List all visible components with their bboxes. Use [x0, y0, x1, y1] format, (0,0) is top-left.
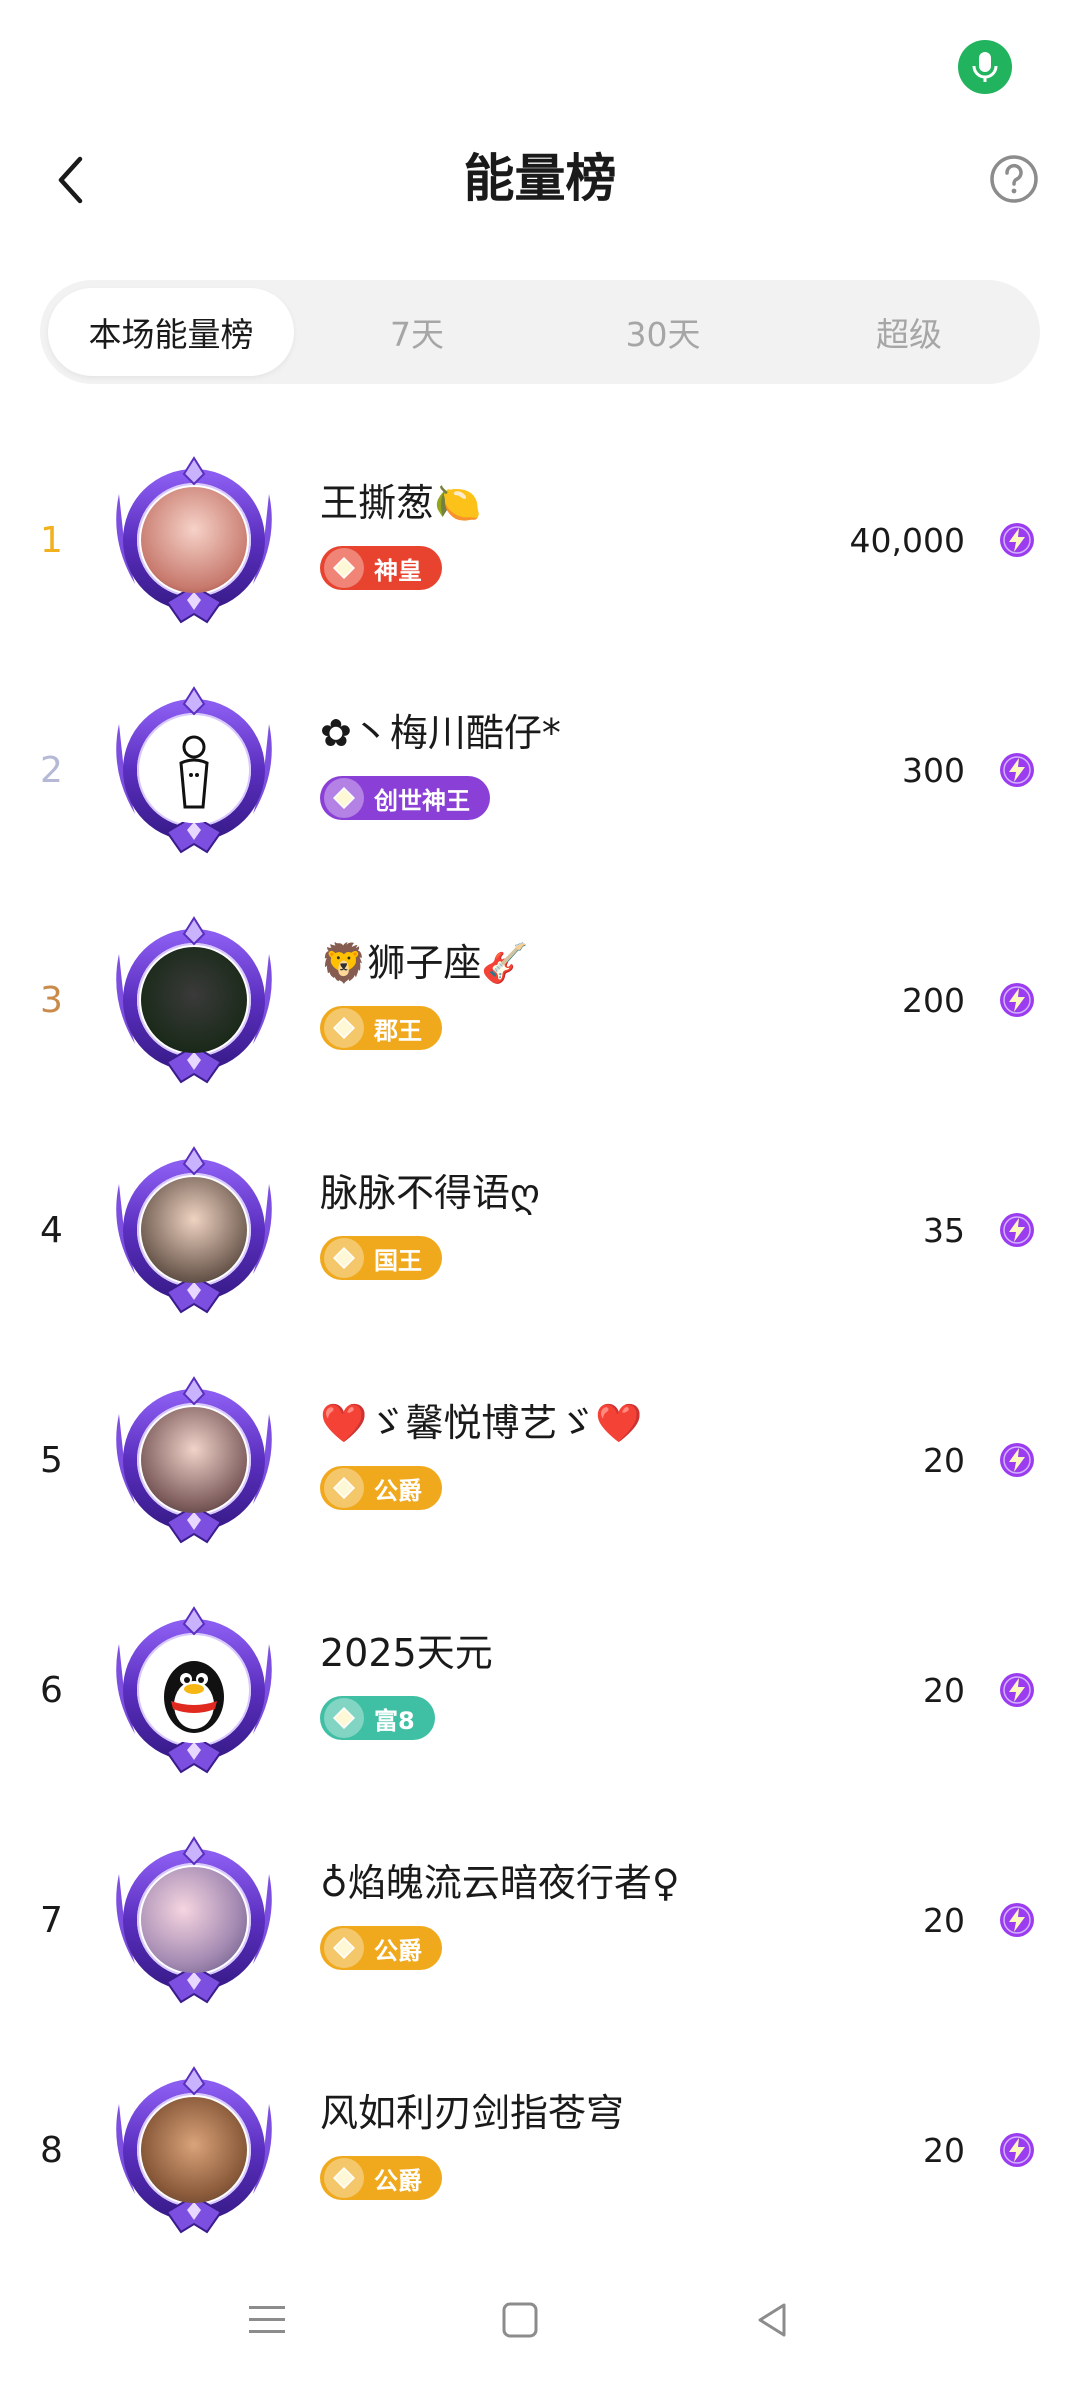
avatar[interactable]	[105, 914, 283, 1086]
ranking-tabs: 本场能量榜 7天 30天 超级	[40, 280, 1040, 384]
lightning-icon	[1000, 1903, 1034, 1937]
avatar[interactable]	[105, 1374, 283, 1546]
square-icon	[502, 2302, 538, 2338]
badge-emblem-icon	[324, 1468, 364, 1508]
level-badge: 公爵	[320, 1466, 442, 1510]
username: 🦁狮子座🎸	[320, 941, 529, 985]
avatar-photo	[141, 1637, 247, 1743]
avatar[interactable]	[105, 1144, 283, 1316]
triangle-back-icon	[758, 2303, 786, 2337]
ranking-row[interactable]: 8 风如利刃剑指苍穹 公爵 20	[0, 2050, 1080, 2280]
ranking-row[interactable]: 5 ❤️ゞ馨悦博艺ゞ❤️ 公爵 20	[0, 1360, 1080, 1590]
badge-label: 公爵	[374, 2166, 422, 2195]
badge-emblem-icon	[324, 778, 364, 818]
badge-label: 郡王	[374, 1016, 422, 1045]
badge-emblem-icon	[324, 1008, 364, 1048]
badge-emblem-icon	[324, 1238, 364, 1278]
avatar[interactable]	[105, 2064, 283, 2236]
avatar-photo	[141, 947, 247, 1053]
avatar-photo	[141, 2097, 247, 2203]
avatar[interactable]	[105, 454, 283, 626]
lightning-icon	[1000, 753, 1034, 787]
badge-label: 公爵	[374, 1476, 422, 1505]
tab-current-session[interactable]: 本场能量榜	[48, 288, 294, 376]
energy-score: 20	[923, 2130, 965, 2170]
avatar-photo	[141, 1407, 247, 1513]
level-badge: 神皇	[320, 546, 442, 590]
menu-icon	[249, 2306, 285, 2333]
lightning-icon	[1000, 1213, 1034, 1247]
ranking-row[interactable]: 3 🦁狮子座🎸 郡王 200	[0, 900, 1080, 1130]
lightning-icon	[1000, 523, 1034, 557]
username: 脉脉不得语ღ	[320, 1171, 540, 1215]
badge-emblem-icon	[324, 1928, 364, 1968]
avatar-photo	[141, 717, 247, 823]
energy-score: 20	[923, 1440, 965, 1480]
username: ♁焰魄流云暗夜行者♀	[320, 1861, 680, 1905]
level-badge: 郡王	[320, 1006, 442, 1050]
level-badge: 公爵	[320, 1926, 442, 1970]
avatar[interactable]	[105, 1604, 283, 1776]
level-badge: 国王	[320, 1236, 442, 1280]
rank-number: 6	[40, 1669, 63, 1711]
rank-number: 3	[40, 979, 63, 1021]
ranking-row[interactable]: 2 ✿丶梅川酷仔* 创世神王 300	[0, 670, 1080, 900]
ranking-row[interactable]: 7 ♁焰魄流云暗夜行者♀ 公爵 20	[0, 1820, 1080, 2050]
energy-score: 40,000	[849, 520, 965, 560]
avatar[interactable]	[105, 1834, 283, 2006]
microphone-icon	[958, 40, 1012, 94]
back-nav-button[interactable]	[742, 2290, 802, 2350]
energy-score: 20	[923, 1670, 965, 1710]
energy-score: 200	[902, 980, 965, 1020]
ranking-list: 1 王撕葱🍋 神皇 40,000 2 ✿丶梅川酷仔* 创世神王 300 3 🦁狮…	[0, 440, 1080, 2280]
lightning-icon	[1000, 1443, 1034, 1477]
level-badge: 公爵	[320, 2156, 442, 2200]
ranking-row[interactable]: 6 2025天元 富8 20	[0, 1590, 1080, 1820]
badge-label: 富8	[374, 1706, 415, 1735]
home-button[interactable]	[490, 2290, 550, 2350]
ranking-row[interactable]: 4 脉脉不得语ღ 国王 35	[0, 1130, 1080, 1360]
badge-label: 神皇	[374, 556, 422, 585]
level-badge: 创世神王	[320, 776, 490, 820]
username: 风如利刃剑指苍穹	[320, 2091, 625, 2135]
username: 王撕葱🍋	[320, 481, 482, 525]
level-badge: 富8	[320, 1696, 435, 1740]
avatar[interactable]	[105, 684, 283, 856]
username: 2025天元	[320, 1631, 493, 1675]
question-circle-icon	[990, 155, 1038, 203]
badge-emblem-icon	[324, 1698, 364, 1738]
lightning-icon	[1000, 1673, 1034, 1707]
badge-emblem-icon	[324, 2158, 364, 2198]
avatar-photo	[141, 1867, 247, 1973]
username: ✿丶梅川酷仔*	[320, 711, 561, 755]
avatar-photo	[141, 487, 247, 593]
help-button[interactable]	[984, 149, 1044, 209]
energy-score: 35	[923, 1210, 965, 1250]
rank-number: 4	[40, 1209, 63, 1251]
tab-super[interactable]: 超级	[786, 288, 1032, 376]
badge-label: 创世神王	[374, 786, 470, 815]
header: 能量榜	[0, 125, 1080, 235]
rank-number: 2	[40, 749, 63, 791]
tab-30-days[interactable]: 30天	[540, 288, 786, 376]
avatar-photo	[141, 1177, 247, 1283]
lightning-icon	[1000, 2133, 1034, 2167]
page-title: 能量榜	[463, 150, 617, 209]
ranking-row[interactable]: 1 王撕葱🍋 神皇 40,000	[0, 440, 1080, 670]
tab-7-days[interactable]: 7天	[294, 288, 540, 376]
username: ❤️ゞ馨悦博艺ゞ❤️	[320, 1401, 643, 1445]
rank-number: 7	[40, 1899, 63, 1941]
lightning-icon	[1000, 983, 1034, 1017]
menu-button[interactable]	[237, 2290, 297, 2350]
badge-emblem-icon	[324, 548, 364, 588]
energy-score: 20	[923, 1900, 965, 1940]
energy-score: 300	[902, 750, 965, 790]
badge-label: 国王	[374, 1246, 422, 1275]
badge-label: 公爵	[374, 1936, 422, 1965]
rank-number: 1	[40, 519, 63, 561]
rank-number: 8	[40, 2129, 63, 2171]
rank-number: 5	[40, 1439, 63, 1481]
system-nav-bar	[0, 2250, 1080, 2400]
